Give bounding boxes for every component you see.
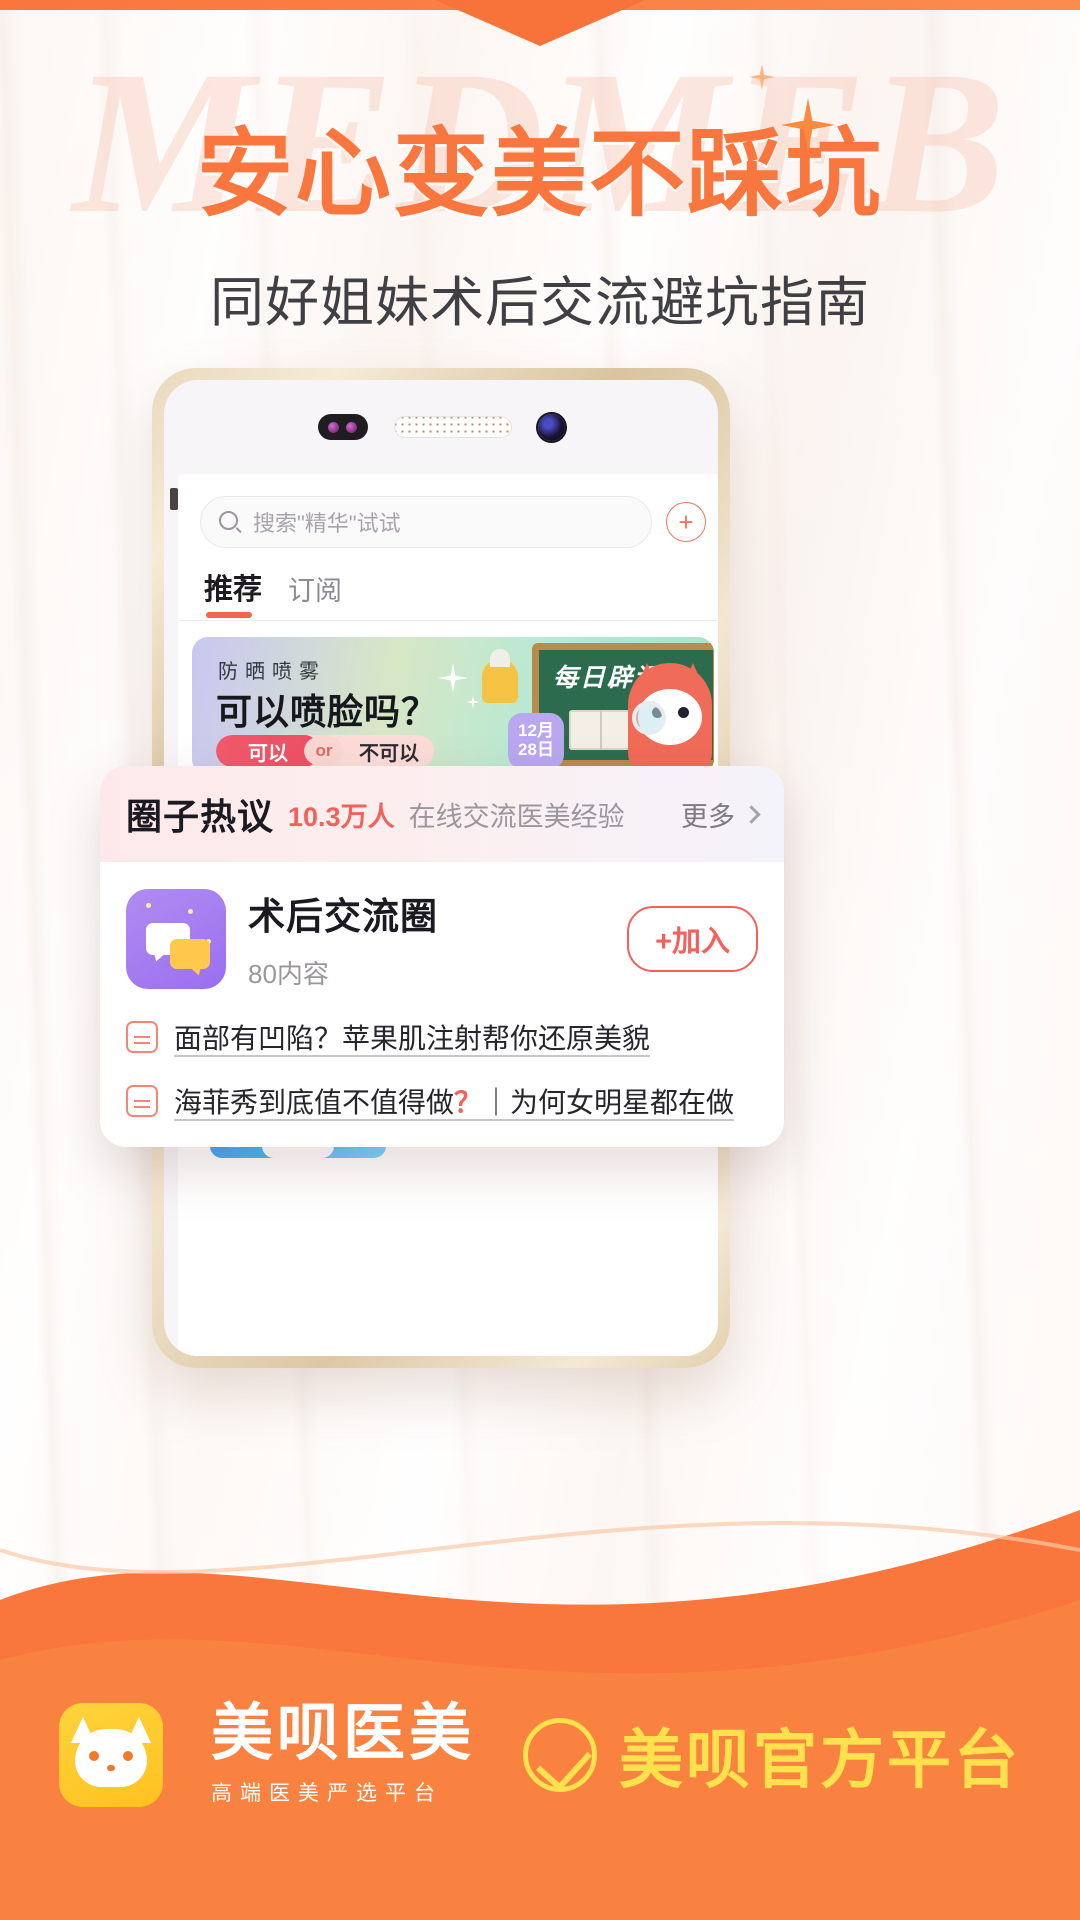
vote-or-label: or [304, 735, 344, 767]
poster-subheadline: 同好姐妹术后交流避坑指南 [210, 273, 870, 333]
list-item[interactable]: 面部有凹陷？苹果肌注射帮你还原美貌 [126, 1017, 758, 1057]
daily-myth-banner[interactable]: 防晒喷雾 可以喷脸吗？ 可以 不可以 or 每日辟谣 12月 28日 [192, 637, 714, 775]
app-header: 搜索"精华"试试 + 推荐 订阅 [178, 474, 718, 620]
add-post-button[interactable]: + [666, 502, 706, 542]
mascot-fox-icon [628, 663, 712, 775]
group-row[interactable]: 术后交流圈 80内容 +加入 [126, 886, 758, 991]
list-item-label: 海菲秀到底值不值得做？｜为何女明星都在做 [174, 1081, 734, 1121]
banner-date-month: 12月 [518, 721, 554, 741]
fox-eye-right [678, 707, 689, 718]
proximity-sensor-icon [317, 414, 368, 440]
circle-more-label: 更多 [681, 801, 735, 832]
circle-card-title: 圈子热议 [126, 796, 275, 837]
banner-sparkle-icon [438, 663, 468, 693]
official-platform-text: 美呗官方平台 [619, 1724, 1021, 1796]
article-icon [126, 1085, 158, 1117]
group-name: 术后交流圈 [248, 896, 438, 937]
earpiece-speaker-icon [393, 416, 512, 438]
chat-bubble-yellow-icon [170, 938, 210, 969]
circle-card-body: 术后交流圈 80内容 +加入 面部有凹陷？苹果肌注射帮你还原美貌 海菲秀到底值不… [100, 862, 784, 1147]
brand-tagline: 高端医美严选平台 [210, 1782, 443, 1805]
link-main-text: 海菲秀到底值不值得做 [174, 1087, 455, 1118]
list-item[interactable]: 海菲秀到底值不值得做？｜为何女明星都在做 [126, 1081, 758, 1121]
banner-eyebrow: 防晒喷雾 [218, 661, 326, 683]
logo-face [74, 1729, 147, 1787]
logo-nose [106, 1765, 115, 1771]
circle-card-desc: 在线交流医美经验 [408, 801, 625, 832]
magnifier-icon [632, 701, 666, 735]
circle-card-header: 圈子热议 10.3万人 在线交流医美经验 更多 [100, 766, 784, 862]
link-question-mark: ？ [454, 1087, 483, 1118]
group-meta: 术后交流圈 80内容 [248, 886, 605, 991]
group-content-count: 80内容 [248, 959, 329, 989]
official-platform-badge: 美呗官方平台 [523, 1709, 1021, 1801]
circle-more-button[interactable]: 更多 [681, 795, 761, 834]
search-row: 搜索"精华"试试 + [200, 496, 706, 548]
circle-discussion-card: 圈子热议 10.3万人 在线交流医美经验 更多 术后交流圈 80内容 +加入 面… [100, 766, 784, 1147]
circle-member-count: 10.3万人 [288, 801, 395, 832]
circle-link-list: 面部有凹陷？苹果肌注射帮你还原美貌 海菲秀到底值不值得做？｜为何女明星都在做 [126, 1017, 758, 1121]
tab-subscribe[interactable]: 订阅 [288, 569, 342, 620]
search-icon [219, 511, 241, 533]
banner-question: 可以喷脸吗？ [216, 691, 439, 732]
phone-top-bezel [164, 380, 718, 474]
banner-sparkle-small-icon [466, 695, 480, 709]
front-camera-icon [537, 413, 565, 441]
search-input[interactable]: 搜索"精华"试试 [200, 496, 652, 548]
logo-eye-right [122, 1751, 133, 1761]
footer-branding: 美呗医美 高端医美严选平台 美呗官方平台 [0, 1590, 1080, 1920]
banner-vote-pills[interactable]: 可以 不可以 or [216, 735, 434, 767]
phone-side-button[interactable] [170, 488, 178, 510]
logo-eye-left [88, 1751, 99, 1761]
banner-date-day: 28日 [518, 740, 554, 759]
search-placeholder: 搜索"精华"试试 [253, 511, 401, 536]
link-tail-text: ｜为何女明星都在做 [482, 1087, 735, 1118]
avatar [126, 888, 226, 989]
chevron-right-icon [742, 804, 761, 824]
list-item-label: 面部有凹陷？苹果肌注射帮你还原美貌 [174, 1023, 651, 1054]
book-icon [569, 710, 631, 750]
poster-headline: 安心变美不踩坑 [197, 121, 883, 228]
brand-name: 美呗医美 [210, 1699, 475, 1768]
tab-recommend[interactable]: 推荐 [204, 566, 262, 620]
feed-tabs: 推荐 订阅 [200, 548, 706, 620]
join-group-button[interactable]: +加入 [627, 905, 758, 972]
header-divider [178, 620, 718, 621]
brand-text-block: 美呗医美 高端医美严选平台 [211, 1703, 475, 1807]
check-circle-icon [523, 1718, 597, 1792]
banner-bell-icon [482, 649, 518, 703]
fox-logo-icon [58, 1703, 163, 1807]
banner-date-badge: 12月 28日 [508, 713, 564, 769]
article-icon [126, 1021, 158, 1053]
